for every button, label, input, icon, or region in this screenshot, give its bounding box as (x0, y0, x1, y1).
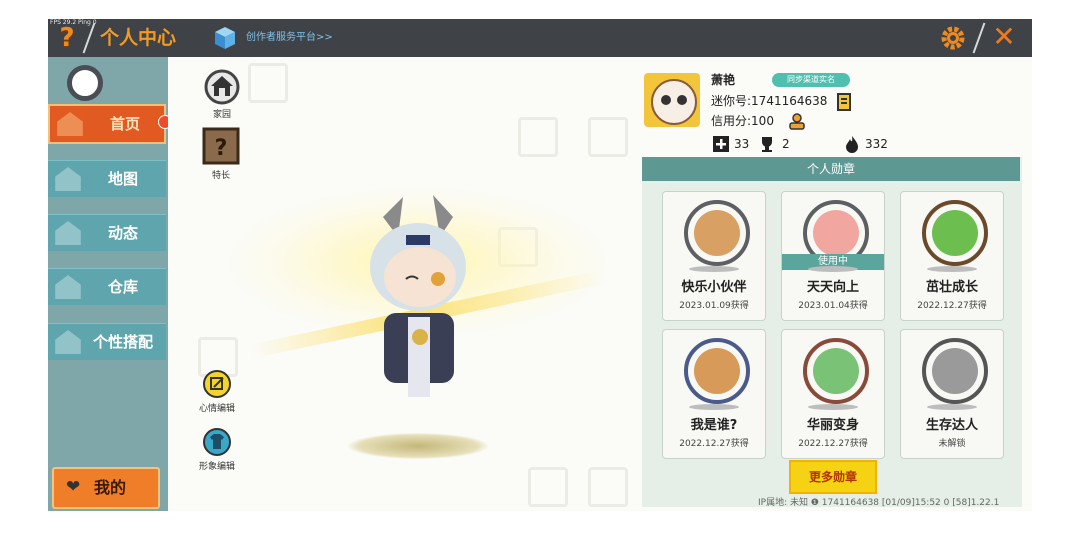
medal-frog-icon (922, 200, 988, 266)
page-title: 个人中心 (100, 27, 177, 49)
sidebar-item-label: 地图 (107, 170, 138, 188)
fire-icon (846, 136, 858, 153)
medal-panel-header: 个人勋章 (642, 157, 1020, 181)
medal-friends-icon (684, 200, 750, 266)
sidebar-item-label: 动态 (107, 224, 138, 242)
plus-count: 33 (734, 137, 750, 151)
warehouse-icon (55, 275, 81, 299)
medal-transform-icon (803, 338, 869, 404)
top-bar: FPS 29.2 Ping 0 ? 个人中心 创作者服务平台>> ✕ (48, 19, 1032, 57)
heart-icon: ❤ (66, 477, 81, 497)
username: 萧艳 (711, 73, 736, 87)
house-icon[interactable] (204, 69, 240, 105)
fire-count: 332 (865, 137, 888, 151)
sync-realname-tag[interactable]: 同步渠道实名 (772, 73, 850, 87)
profile-toggle[interactable] (67, 65, 103, 101)
medal-card[interactable]: 茁壮成长 2022.12.27获得 (900, 191, 1004, 321)
trophy-icon (762, 137, 772, 152)
medal-name: 天天向上 (806, 280, 859, 295)
medal-date: 2022.12.27获得 (798, 439, 868, 449)
main-area: 家园 ? 特长 心情编辑 形象编辑 萧艳 同步渠道实名 迷你号:17411646… (168, 57, 1032, 511)
medal-box-icon (684, 338, 750, 404)
home-label: 家园 (212, 110, 231, 120)
background-pattern (588, 467, 628, 507)
sidebar-item-feed[interactable]: 动态 (48, 214, 166, 251)
sidebar-item-label: 仓库 (107, 278, 138, 296)
sidebar-item-label: 个性搭配 (92, 333, 153, 351)
sidebar: 首页 地图 动态 仓库 个性搭配 ❤ 我的 (48, 57, 172, 511)
copy-icon[interactable] (836, 93, 852, 111)
medal-card[interactable]: 我是谁? 2022.12.27获得 (662, 329, 766, 459)
help-button[interactable]: ? (54, 24, 80, 52)
trophy-count: 2 (782, 137, 790, 151)
background-pattern (588, 117, 628, 157)
sidebar-item-map[interactable]: 地图 (48, 160, 166, 197)
medal-date: 2022.12.27获得 (917, 301, 987, 311)
talent-label: 特长 (211, 171, 230, 181)
home-icon (57, 112, 83, 136)
svg-text:?: ? (215, 136, 228, 161)
background-pattern (248, 63, 288, 103)
sidebar-item-label: 首页 (109, 115, 140, 133)
question-box-icon[interactable]: ? (202, 127, 240, 165)
app-window: FPS 29.2 Ping 0 ? 个人中心 创作者服务平台>> ✕ 首页 地图 (48, 19, 1032, 511)
medal-name: 我是谁? (690, 418, 738, 433)
medal-name: 茁壮成长 (925, 280, 978, 295)
map-icon (55, 167, 81, 191)
me-button[interactable]: ❤ 我的 (52, 467, 160, 509)
medal-flame-icon (922, 338, 988, 404)
sidebar-item-warehouse[interactable]: 仓库 (48, 268, 166, 305)
mood-edit-label: 心情编辑 (198, 404, 235, 414)
footer-info: IP属地: 未知 ❶ 1741164638 [01/09]15:52 0 [58… (758, 498, 1000, 508)
look-edit-label: 形象编辑 (198, 462, 235, 472)
more-medals-button[interactable]: 更多勋章 (789, 460, 877, 494)
credit-score: 信用分:100 (711, 114, 774, 128)
cube-icon[interactable] (214, 26, 236, 50)
medal-card[interactable]: 华丽变身 2022.12.27获得 (781, 329, 885, 459)
medal-name: 华丽变身 (806, 418, 859, 433)
medal-date: 2023.01.09获得 (679, 301, 749, 311)
divider (82, 22, 96, 54)
medal-date: 2022.12.27获得 (679, 439, 749, 449)
medal-name: 快乐小伙伴 (681, 280, 747, 295)
background-pattern (528, 467, 568, 507)
character-avatar[interactable] (348, 187, 488, 427)
shirt-icon[interactable] (202, 427, 232, 457)
medal-date: 2023.01.04获得 (798, 301, 868, 311)
me-label: 我的 (94, 478, 127, 497)
panda-face (651, 79, 697, 125)
mini-id: 迷你号:1741164638 (711, 94, 828, 108)
sidebar-item-outfit[interactable]: 个性搭配 (48, 323, 166, 360)
medal-card[interactable]: 生存达人 未解锁 (900, 329, 1004, 459)
divider (972, 22, 986, 54)
plus-icon (713, 136, 729, 152)
close-button[interactable]: ✕ (990, 23, 1018, 51)
bell-icon (55, 221, 81, 245)
pencil-icon[interactable] (202, 369, 232, 399)
medal-card[interactable]: 快乐小伙伴 2023.01.09获得 (662, 191, 766, 321)
gear-icon[interactable] (940, 25, 966, 51)
creator-platform-link[interactable]: 创作者服务平台>> (246, 30, 333, 46)
sidebar-item-home[interactable]: 首页 (48, 104, 166, 144)
user-icon[interactable] (788, 112, 806, 130)
avatar[interactable] (644, 73, 700, 127)
background-pattern (518, 117, 558, 157)
medal-card[interactable]: 使用中 天天向上 2023.01.04获得 (781, 191, 885, 321)
medal-panel: 个人勋章 快乐小伙伴 2023.01.09获得 使用中 天天向上 2023.01… (642, 157, 1022, 507)
medal-date: 未解锁 (938, 439, 966, 449)
medal-name: 生存达人 (925, 418, 978, 433)
character-shadow (348, 433, 488, 459)
outfit-icon (55, 330, 81, 354)
